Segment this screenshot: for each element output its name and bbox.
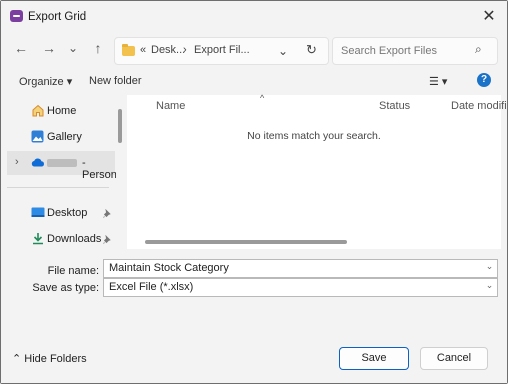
save-as-type-label: Save as type:: [32, 282, 99, 294]
search-input[interactable]: Search Export Files: [341, 45, 437, 57]
navigation-pane-scrollbar[interactable]: [116, 95, 126, 249]
home-icon: [32, 104, 44, 117]
save-as-type-select[interactable]: Excel File (*.xlsx) ⌄: [103, 278, 498, 297]
downloads-icon: [33, 233, 43, 245]
search-icon[interactable]: ⌕: [475, 42, 482, 57]
pin-icon[interactable]: [103, 209, 112, 218]
file-name-input[interactable]: Maintain Stock Category: [109, 262, 229, 274]
new-folder-button[interactable]: New folder: [89, 75, 142, 87]
sidebar-item-label: Downloads: [47, 233, 102, 245]
sidebar-item-label: Desktop: [47, 207, 88, 219]
app-icon: [10, 10, 23, 22]
cancel-button[interactable]: Cancel: [420, 347, 488, 370]
file-name-label: File name:: [47, 265, 99, 277]
column-header-name[interactable]: Name: [156, 100, 185, 112]
sidebar-item-home[interactable]: Home: [7, 99, 115, 123]
gallery-icon: [31, 130, 44, 143]
sidebar-item-onedrive[interactable]: › - Person: [7, 151, 117, 181]
scrollbar-thumb[interactable]: [118, 109, 122, 143]
sidebar-item-downloads[interactable]: Downloads: [7, 227, 115, 251]
address-bar[interactable]: « Desk... › Export Fil... ⌄ ↻: [114, 37, 329, 65]
title-bar: Export Grid ✕: [1, 1, 507, 33]
folder-icon: [122, 44, 135, 56]
forward-button[interactable]: →: [40, 39, 58, 57]
save-as-type-value[interactable]: Excel File (*.xlsx): [109, 281, 193, 293]
sidebar-item-label: Gallery: [47, 131, 82, 143]
scrollbar-thumb[interactable]: [145, 240, 347, 244]
breadcrumb-export-files[interactable]: Export Fil...: [194, 44, 250, 56]
sidebar-item-desktop[interactable]: Desktop: [7, 201, 115, 225]
sidebar-item-label: - Person: [82, 157, 117, 181]
sidebar-item-gallery[interactable]: Gallery: [7, 125, 115, 149]
command-bar: Organize ▾ New folder ☰ ▾ ?: [1, 67, 507, 95]
close-button[interactable]: ✕: [477, 5, 501, 29]
sort-ascending-icon: ^: [260, 93, 265, 103]
save-button[interactable]: Save: [339, 347, 409, 370]
chevron-down-icon[interactable]: ⌄: [484, 261, 495, 272]
navigation-pane: Home Gallery › - Person Desktop Download…: [7, 95, 117, 251]
file-name-field[interactable]: Maintain Stock Category ⌄: [103, 259, 498, 278]
hide-folders-button[interactable]: ⌃ Hide Folders: [12, 352, 87, 365]
file-list-horizontal-scrollbar[interactable]: [127, 238, 501, 246]
pin-icon[interactable]: [103, 235, 112, 244]
column-header-status[interactable]: Status: [379, 100, 410, 112]
breadcrumb-separator: ›: [183, 44, 187, 56]
help-icon[interactable]: ?: [477, 73, 491, 87]
up-button[interactable]: ↑: [89, 39, 107, 57]
desktop-icon: [31, 207, 45, 217]
expand-chevron-icon[interactable]: ›: [15, 156, 19, 168]
breadcrumb-overflow[interactable]: «: [140, 44, 146, 56]
empty-state-message: No items match your search.: [247, 130, 381, 142]
file-list: Name ^ Status Date modifi No items match…: [127, 93, 507, 249]
sidebar-divider: [7, 187, 109, 188]
onedrive-icon: [31, 158, 44, 167]
navigation-bar: ← → ⌄ ↑ « Desk... › Export Fil... ⌄ ↻ Se…: [1, 33, 507, 65]
view-options-button[interactable]: ☰ ▾: [429, 75, 447, 88]
sidebar-item-label: Home: [47, 105, 77, 117]
breadcrumb-desktop[interactable]: Desk...: [151, 44, 185, 56]
back-button[interactable]: ←: [12, 39, 30, 57]
chevron-down-icon[interactable]: ⌄: [484, 280, 495, 291]
dialog-title: Export Grid: [28, 11, 87, 23]
recent-locations-button[interactable]: ⌄: [64, 39, 82, 57]
refresh-icon[interactable]: ↻: [306, 42, 317, 58]
redacted-account-name: [47, 159, 77, 167]
organize-menu[interactable]: Organize ▾: [19, 75, 72, 88]
column-header-date-modified[interactable]: Date modifi: [451, 100, 507, 112]
export-grid-dialog: Export Grid ✕ ← → ⌄ ↑ « Desk... › Export…: [0, 0, 508, 384]
address-dropdown-icon[interactable]: ⌄: [278, 44, 288, 58]
search-box[interactable]: Search Export Files ⌕: [332, 37, 498, 65]
